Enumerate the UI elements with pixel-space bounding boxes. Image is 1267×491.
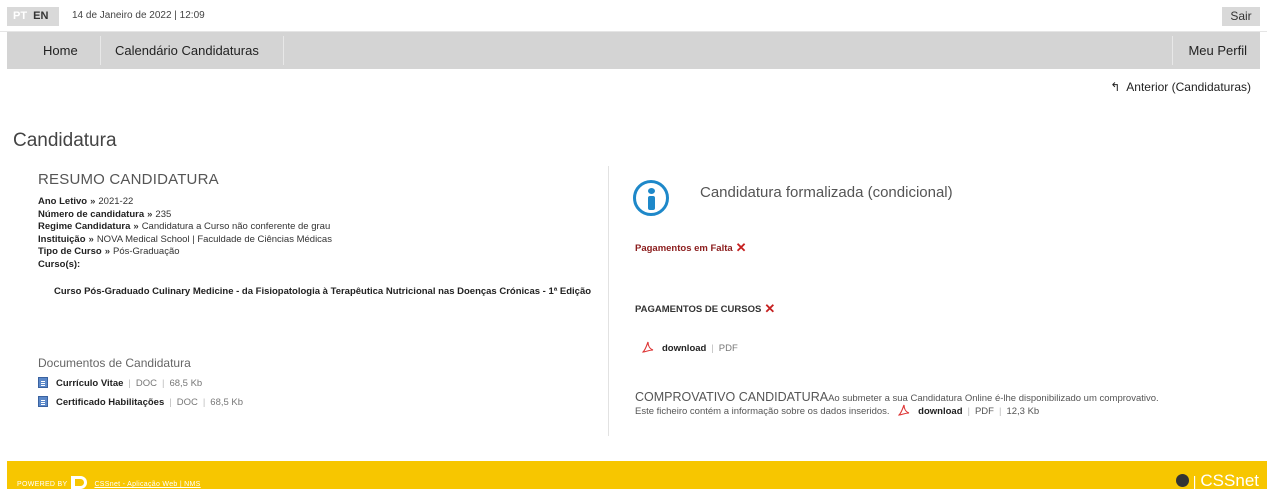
field-value: Candidatura a Curso não conferente de gr…: [141, 221, 331, 233]
curso-name: Curso Pós-Graduado Culinary Medicine - d…: [54, 286, 592, 297]
field-row: Ano Letivo» 2021-22: [38, 196, 332, 209]
document-type: DOC: [135, 378, 157, 389]
document-size: 68,5 Kb: [210, 397, 244, 408]
document-row: Certificado Habilitações | DOC | 68,5 Kb: [38, 396, 243, 408]
field-label: Número de candidatura: [38, 208, 145, 220]
main-nav: Home Calendário Candidaturas Meu Perfil: [7, 32, 1260, 69]
field-row: Número de candidatura» 235: [38, 209, 332, 222]
cursos-label: Curso(s):: [38, 258, 81, 270]
nav-item-home[interactable]: Home: [30, 32, 91, 69]
doc-file-icon: [38, 377, 48, 388]
field-row: Tipo de Curso» Pós-Graduação: [38, 246, 332, 259]
logout-button[interactable]: Sair: [1222, 7, 1260, 26]
pagamentos-cursos-label: PAGAMENTOS DE CURSOS: [635, 304, 762, 315]
document-link[interactable]: Currículo Vitae: [56, 378, 123, 389]
field-separator: »: [104, 246, 110, 258]
field-value: 235: [155, 208, 172, 220]
brand-name: CSSnet: [1200, 471, 1259, 490]
back-arrow-icon: ↰: [1110, 80, 1121, 94]
comprovativo-size: 12,3 Kb: [1006, 406, 1040, 417]
nav-item-meu-perfil[interactable]: Meu Perfil: [1175, 32, 1260, 69]
powered-by-label: POWERED BY: [17, 481, 68, 488]
pagamentos-falta: Pagamentos em Falta ✕: [635, 240, 747, 256]
column-divider: [608, 166, 609, 436]
page-title: Candidatura: [13, 130, 117, 151]
field-separator: »: [133, 221, 139, 233]
field-row: Instituição» NOVA Medical School | Faculd…: [38, 234, 332, 247]
document-row: Currículo Vitae | DOC | 68,5 Kb: [38, 377, 202, 389]
field-label: Ano Letivo: [38, 196, 88, 207]
cssnet-brand: | CSSnet: [1175, 471, 1259, 491]
powered-by: POWERED BY CSSnet - Aplicação Web | NMS: [17, 476, 201, 489]
field-separator: »: [90, 196, 96, 207]
comprovativo-type: PDF: [974, 406, 994, 417]
download-link[interactable]: download: [662, 343, 706, 354]
field-row: Regime Candidatura» Candidatura a Curso n…: [38, 221, 332, 234]
documentos-title: Documentos de Candidatura: [38, 356, 191, 370]
comprovativo-desc2: Este ficheiro contém a informação sobre …: [635, 406, 890, 417]
pagamentos-download-row: download | PDF: [641, 341, 738, 354]
lang-en-link[interactable]: EN: [33, 10, 48, 22]
comprovativo-download-link[interactable]: download: [918, 406, 962, 417]
field-separator: »: [147, 208, 153, 220]
field-separator: »: [88, 233, 94, 245]
field-label: Tipo de Curso: [38, 246, 102, 258]
doc-file-icon: [38, 396, 48, 407]
footer-link[interactable]: CSSnet - Aplicação Web | NMS: [94, 481, 200, 488]
top-bar: PT EN 14 de Janeiro de 2022 | 12:09 Sair: [0, 0, 1267, 32]
field-value: 2021-22: [98, 196, 134, 207]
nav-divider: [283, 36, 284, 65]
back-link-label: Anterior (Candidaturas): [1126, 80, 1251, 94]
comprovativo-heading: COMPROVATIVO CANDIDATURAAo submeter a su…: [635, 390, 1159, 404]
nav-divider: [1172, 36, 1173, 65]
document-link[interactable]: Certificado Habilitações: [56, 397, 164, 408]
footer: POWERED BY CSSnet - Aplicação Web | NMS |…: [7, 461, 1267, 491]
resumo-fields: Ano Letivo» 2021-22 Número de candidatura…: [38, 196, 332, 272]
status-message: Candidatura formalizada (condicional): [700, 184, 953, 201]
current-datetime: 14 de Janeiro de 2022 | 12:09: [72, 10, 205, 21]
nav-item-calendario[interactable]: Calendário Candidaturas: [102, 32, 272, 69]
document-size: 68,5 Kb: [169, 378, 203, 389]
field-label: Instituição: [38, 233, 86, 245]
close-x-icon: ✕: [764, 301, 776, 316]
back-link[interactable]: ↰ Anterior (Candidaturas): [1110, 80, 1251, 94]
pdf-icon: [641, 341, 654, 354]
brand-circle-icon: [1175, 474, 1189, 487]
field-row: Curso(s):: [38, 259, 332, 272]
nav-divider: [100, 36, 101, 65]
close-x-icon: ✕: [735, 240, 747, 255]
cssnet-logo-icon: [71, 476, 88, 489]
pagamentos-cursos: PAGAMENTOS DE CURSOS ✕: [635, 301, 775, 317]
comprovativo-desc: Ao submeter a sua Candidatura Online é-l…: [828, 393, 1159, 404]
resumo-title: RESUMO CANDIDATURA: [38, 171, 219, 188]
pdf-icon: [897, 404, 910, 417]
field-value: Pós-Graduação: [113, 246, 180, 258]
comprovativo-title: COMPROVATIVO CANDIDATURA: [635, 390, 829, 404]
field-value: NOVA Medical School | Faculdade de Ciênc…: [96, 233, 332, 245]
lang-pt-link[interactable]: PT: [13, 10, 27, 22]
comprovativo-download-row: Este ficheiro contém a informação sobre …: [635, 404, 1040, 417]
info-icon: [633, 180, 669, 216]
pagamentos-falta-label: Pagamentos em Falta: [635, 243, 733, 254]
document-type: DOC: [176, 397, 198, 408]
download-type: PDF: [718, 343, 738, 354]
field-label: Regime Candidatura: [38, 221, 131, 233]
language-switcher: PT EN: [7, 7, 59, 26]
